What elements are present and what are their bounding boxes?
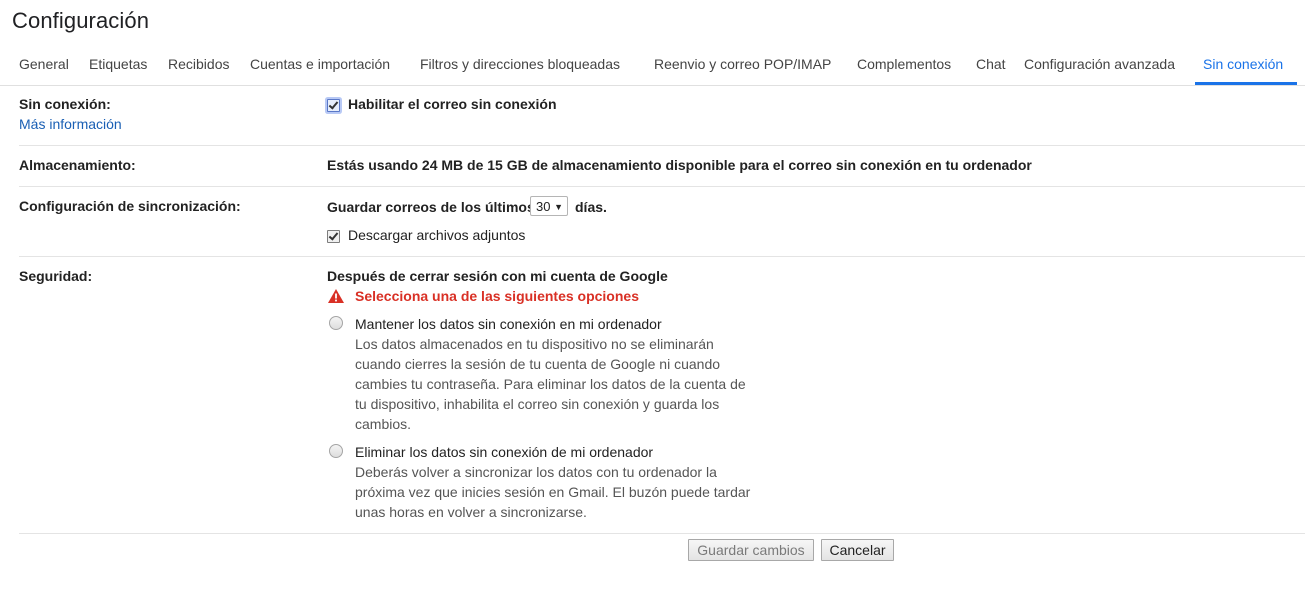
enable-offline-checkbox[interactable] (327, 99, 340, 112)
checkmark-icon (328, 99, 339, 110)
security-label: Seguridad: (19, 268, 93, 284)
keep-offline-data-label: Mantener los datos sin conexión en mi or… (355, 316, 662, 332)
tab-accounts-import[interactable]: Cuentas e importación (250, 44, 390, 82)
description-line: unas horas en volver a sincronizarse. (355, 504, 587, 520)
tab-forwarding-pop-imap[interactable]: Reenvio y correo POP/IMAP (654, 44, 831, 82)
checkmark-icon (328, 230, 339, 241)
sync-label: Configuración de sincronización: (19, 198, 241, 214)
page-title: Configuración (12, 8, 150, 33)
chevron-down-icon: ▼ (554, 202, 563, 212)
tab-labels[interactable]: Etiquetas (89, 44, 147, 82)
delete-offline-data-description: Deberás volver a sincronizar los datos c… (355, 462, 750, 522)
divider (19, 256, 1305, 257)
storage-text: Estás usando 24 MB de 15 GB de almacenam… (327, 157, 1032, 173)
description-line: cambies tu contraseña. Para eliminar los… (355, 376, 746, 392)
description-line: cambios. (355, 416, 412, 432)
storage-label: Almacenamiento: (19, 157, 136, 173)
settings-tabs: General Etiquetas Recibidos Cuentas e im… (0, 44, 1305, 86)
warning-triangle-icon (328, 289, 344, 303)
download-attachments-checkbox[interactable] (327, 230, 340, 243)
description-line: Los datos almacenados en tu dispositivo … (355, 336, 714, 352)
sync-suffix: días. (575, 199, 607, 215)
tab-chat[interactable]: Chat (976, 44, 1006, 82)
divider (19, 533, 1305, 534)
sync-days-value: 30 (536, 199, 551, 214)
security-warning: Selecciona una de las siguientes opcione… (355, 288, 639, 304)
divider (19, 145, 1305, 146)
description-line: Deberás volver a sincronizar los datos c… (355, 464, 717, 480)
delete-offline-data-label: Eliminar los datos sin conexión de mi or… (355, 444, 654, 460)
cancel-button[interactable]: Cancelar (821, 539, 894, 561)
security-heading: Después de cerrar sesión con mi cuenta d… (327, 268, 668, 284)
tab-advanced[interactable]: Configuración avanzada (1024, 44, 1175, 82)
tab-filters[interactable]: Filtros y direcciones bloqueadas (420, 44, 620, 82)
description-line: próxima vez que inicies sesión en Gmail.… (355, 484, 751, 500)
tab-offline[interactable]: Sin conexión (1203, 44, 1283, 82)
description-line: tu dispositivo, inhabilita el correo sin… (355, 396, 720, 412)
active-tab-indicator (1195, 82, 1297, 85)
sync-days-select[interactable]: 30 ▼ (530, 196, 568, 216)
keep-offline-data-description: Los datos almacenados en tu dispositivo … (355, 334, 746, 434)
tab-inbox[interactable]: Recibidos (168, 44, 229, 82)
divider (19, 186, 1305, 187)
tab-general[interactable]: General (19, 44, 69, 82)
enable-offline-label: Habilitar el correo sin conexión (348, 96, 557, 112)
sync-prefix: Guardar correos de los últimos (327, 199, 535, 215)
offline-label: Sin conexión: (19, 96, 111, 112)
download-attachments-label: Descargar archivos adjuntos (348, 227, 526, 243)
keep-offline-data-radio[interactable] (329, 316, 343, 330)
tab-addons[interactable]: Complementos (857, 44, 951, 82)
more-info-link[interactable]: Más información (19, 116, 122, 132)
settings-page: Configuración General Etiquetas Recibido… (0, 0, 1305, 599)
delete-offline-data-radio[interactable] (329, 444, 343, 458)
description-line: cuando cierres la sesión de tu cuenta de… (355, 356, 721, 372)
save-changes-button[interactable]: Guardar cambios (688, 539, 814, 561)
